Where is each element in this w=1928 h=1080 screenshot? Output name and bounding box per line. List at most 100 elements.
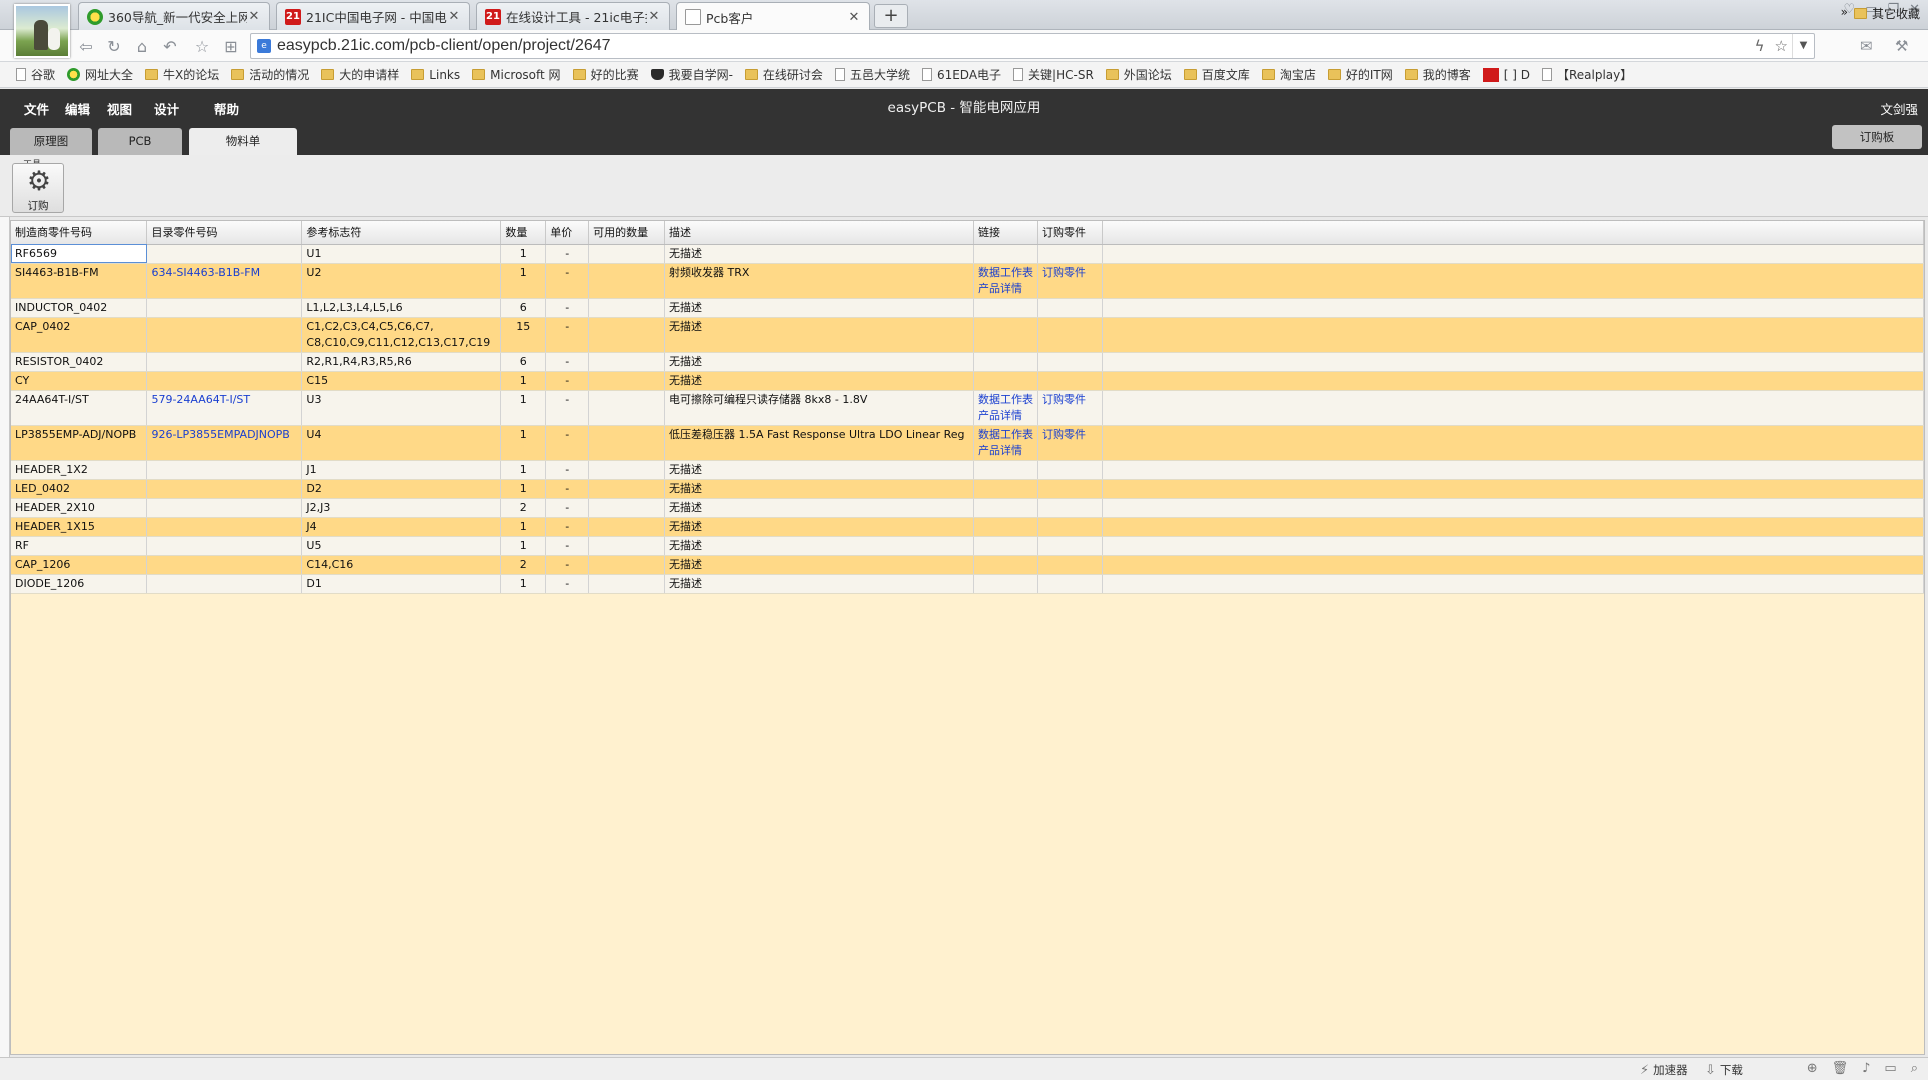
cell-mfr-part[interactable]: LP3855EMP-ADJ/NOPB [11, 425, 148, 461]
cell-reference[interactable]: J4 [301, 517, 502, 537]
table-row[interactable]: 24AA64T-I/ST 579-24AA64T-I/ST U3 1- 电可擦除可编程只… [11, 390, 1925, 426]
table-row[interactable]: RF6569 U1 1- 无描述 [11, 244, 1925, 264]
order-button[interactable]: ⚙ 订购 [12, 163, 64, 213]
bookmark-item[interactable]: 我要自学网- [650, 66, 733, 83]
cell-catalog-part[interactable] [146, 574, 303, 594]
order-board-button[interactable]: 订购板 [1832, 125, 1922, 149]
cell-reference[interactable]: C1,C2,C3,C4,C5,C6,C7, C8,C10,C9,C11,C12,C… [301, 317, 502, 353]
bookmark-item[interactable]: Links [411, 68, 460, 82]
cell-mfr-part[interactable]: CY [11, 371, 148, 391]
bookmark-item[interactable]: 五邑大学统 [834, 66, 910, 83]
cell-quantity[interactable]: 1 [500, 460, 547, 480]
cell-reference[interactable]: C14,C16 [301, 555, 502, 575]
cell-quantity[interactable]: 1 [500, 479, 547, 499]
product-detail-link[interactable]: 产品详情 [978, 281, 1033, 297]
cell-reference[interactable]: J2,J3 [301, 498, 502, 518]
cell-mfr-part[interactable]: LED_0402 [11, 479, 148, 499]
cell-catalog-part[interactable] [146, 536, 303, 556]
bookmark-item[interactable]: 好的IT网 [1327, 66, 1393, 83]
cell-reference[interactable]: D1 [301, 574, 502, 594]
column-header[interactable]: 单价 [545, 221, 590, 245]
column-header[interactable]: 链接 [973, 221, 1038, 245]
grid-icon[interactable]: ⊞ [221, 37, 241, 57]
new-tab-button[interactable]: + [874, 4, 908, 28]
tab-bom[interactable]: 物料单 [189, 128, 297, 155]
order-part-link[interactable]: 订购零件 [1042, 265, 1098, 281]
bookmark-item[interactable]: 淘宝店 [1261, 66, 1316, 83]
order-part-link[interactable]: 订购零件 [1042, 392, 1098, 408]
bookmarks-more[interactable]: » [1841, 5, 1848, 19]
cell-catalog-part[interactable] [146, 352, 303, 372]
cell-catalog-part[interactable]: 634-SI4463-B1B-FM [146, 263, 303, 299]
table-row[interactable]: LED_0402 D2 1- 无描述 [11, 479, 1925, 499]
close-icon[interactable]: ✕ [247, 9, 261, 24]
table-row[interactable]: CAP_0402 C1,C2,C3,C4,C5,C6,C7, C8,C10,C9,C… [11, 317, 1925, 353]
column-header[interactable]: 描述 [664, 221, 974, 245]
trash-icon[interactable]: 🗑 [1832, 1061, 1849, 1076]
column-header[interactable]: 可用的数量 [588, 221, 666, 245]
cell-quantity[interactable]: 1 [500, 536, 547, 556]
cell-catalog-part[interactable] [146, 517, 303, 537]
close-icon[interactable]: ✕ [647, 9, 661, 24]
download-button[interactable]: ⇩ 下载 [1705, 1062, 1743, 1078]
table-row[interactable]: CAP_1206 C14,C16 2- 无描述 [11, 555, 1925, 575]
table-row[interactable]: RESISTOR_0402 R2,R1,R4,R3,R5,R6 6- 无描述 [11, 352, 1925, 372]
cell-reference[interactable]: J1 [301, 460, 502, 480]
cell-mfr-part[interactable]: CAP_0402 [11, 317, 148, 353]
column-header[interactable]: 订购零件 [1037, 221, 1103, 245]
cell-reference[interactable]: U1 [301, 244, 502, 264]
cell-quantity[interactable]: 6 [500, 298, 547, 318]
accelerator-button[interactable]: ⚡ 加速器 [1640, 1062, 1688, 1078]
table-row[interactable]: HEADER_1X2 J1 1- 无描述 [11, 460, 1925, 480]
cell-catalog-part[interactable] [146, 244, 303, 264]
cell-quantity[interactable]: 2 [500, 555, 547, 575]
bookmark-item[interactable]: [ ] D [1482, 67, 1530, 82]
browser-tab[interactable]: 21 在线设计工具 - 21ic电子技 ✕ [476, 2, 670, 30]
cell-quantity[interactable]: 1 [500, 244, 547, 264]
bookmark-item[interactable]: 牛X的论坛 [145, 66, 219, 83]
cell-quantity[interactable]: 1 [500, 517, 547, 537]
cell-mfr-part[interactable]: HEADER_2X10 [11, 498, 148, 518]
close-icon[interactable]: ✕ [447, 9, 461, 24]
column-header[interactable]: 目录零件号码 [146, 221, 303, 245]
product-detail-link[interactable]: 产品详情 [978, 443, 1033, 459]
cell-mfr-part[interactable]: HEADER_1X15 [11, 517, 148, 537]
cell-quantity[interactable]: 2 [500, 498, 547, 518]
home-icon[interactable]: ⌂ [132, 37, 152, 57]
sound-icon[interactable]: ♪ [1862, 1061, 1870, 1076]
cell-reference[interactable]: D2 [301, 479, 502, 499]
table-row[interactable]: DIODE_1206 D1 1- 无描述 [11, 574, 1925, 594]
url-text[interactable]: easypcb.21ic.com/pcb-client/open/project… [277, 37, 611, 55]
left-resize-strip[interactable] [0, 217, 10, 1057]
close-icon[interactable]: ✕ [847, 10, 861, 25]
tools-icon[interactable]: ⚒ [1895, 37, 1908, 55]
cell-reference[interactable]: C15 [301, 371, 502, 391]
cell-catalog-part[interactable]: 579-24AA64T-I/ST [146, 390, 303, 426]
reload-icon[interactable]: ↻ [104, 37, 124, 57]
cell-mfr-part[interactable]: RF [11, 536, 148, 556]
undo-icon[interactable]: ↶ [160, 37, 180, 57]
add-icon[interactable]: ⊕ [1807, 1061, 1818, 1076]
cell-catalog-part[interactable] [146, 460, 303, 480]
cell-catalog-part[interactable] [146, 298, 303, 318]
cell-mfr-part[interactable]: HEADER_1X2 [11, 460, 148, 480]
cell-reference[interactable]: U2 [301, 263, 502, 299]
table-row[interactable]: SI4463-B1B-FM 634-SI4463-B1B-FM U2 1- 射频收发器 … [11, 263, 1925, 299]
cell-quantity[interactable]: 1 [500, 425, 547, 461]
browser-tab[interactable]: 21 21IC中国电子网 - 中国电子 ✕ [276, 2, 470, 30]
cell-mfr-part[interactable]: 24AA64T-I/ST [11, 390, 148, 426]
cell-quantity[interactable]: 1 [500, 574, 547, 594]
order-part-link[interactable]: 订购零件 [1042, 427, 1098, 443]
other-bookmarks[interactable]: 其它收藏 [1853, 5, 1920, 22]
cell-reference[interactable]: U3 [301, 390, 502, 426]
cell-quantity[interactable]: 6 [500, 352, 547, 372]
user-name[interactable]: 文剑强 [1880, 99, 1918, 118]
bookmark-item[interactable]: 活动的情况 [231, 66, 309, 83]
cell-catalog-part[interactable] [146, 555, 303, 575]
cell-mfr-part[interactable]: INDUCTOR_0402 [11, 298, 148, 318]
lightning-icon[interactable]: ϟ [1755, 37, 1765, 55]
column-header[interactable]: 数量 [500, 221, 547, 245]
cell-mfr-part[interactable]: RF6569 [11, 244, 148, 264]
table-row[interactable]: LP3855EMP-ADJ/NOPB 926-LP3855EMPADJNOPB U4… [11, 425, 1925, 461]
user-avatar[interactable] [14, 4, 70, 58]
